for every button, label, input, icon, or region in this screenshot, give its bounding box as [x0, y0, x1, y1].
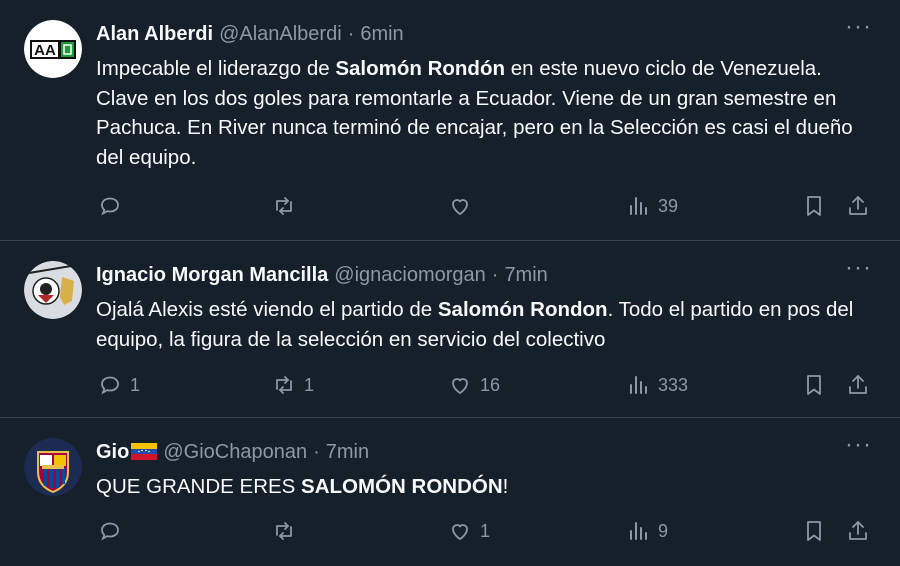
retweet-button[interactable]: 1	[272, 373, 314, 397]
retweet-button[interactable]	[272, 194, 296, 218]
like-count: 1	[480, 520, 491, 541]
separator-dot: ·	[491, 264, 499, 286]
reply-icon	[98, 194, 122, 218]
views-button[interactable]: 9	[626, 519, 668, 543]
display-name[interactable]: Alan Alberdi	[96, 22, 213, 46]
more-options-icon[interactable]: ···	[845, 15, 872, 39]
share-button[interactable]	[846, 373, 870, 397]
tweet-actions: 39	[0, 190, 900, 222]
svg-text:AA: AA	[34, 42, 56, 59]
tweet-actions: 1 1 16 333	[0, 369, 900, 401]
avatar[interactable]	[24, 438, 82, 496]
avatar[interactable]: AA	[24, 20, 82, 78]
reply-count: 1	[130, 374, 141, 395]
like-button[interactable]	[448, 194, 472, 218]
timestamp[interactable]: 7min	[504, 263, 547, 287]
like-icon	[448, 194, 472, 218]
share-icon	[846, 194, 870, 218]
like-count: 16	[480, 374, 501, 395]
like-button[interactable]: 16	[448, 373, 500, 397]
handle[interactable]: @AlanAlberdi	[219, 22, 342, 46]
tweet-header: Gio @GioChaponan · 7min	[96, 440, 884, 464]
reply-icon	[98, 519, 122, 543]
separator-dot: ·	[313, 441, 320, 463]
tweet-header: Alan Alberdi @AlanAlberdi · 6min	[96, 22, 884, 46]
like-button[interactable]: 1	[448, 519, 490, 543]
bookmark-icon	[802, 519, 826, 543]
views-button[interactable]: 333	[626, 373, 688, 397]
timestamp[interactable]: 7min	[326, 440, 369, 464]
like-icon	[448, 373, 472, 397]
share-icon	[846, 519, 870, 543]
display-name[interactable]: Ignacio Morgan Mancilla	[96, 263, 328, 287]
views-icon	[626, 519, 650, 543]
tweet-text: Impecable el liderazgo de Salomón Rondón…	[96, 54, 876, 172]
reply-button[interactable]: 1	[98, 373, 140, 397]
tweet-text: Ojalá Alexis esté viendo el partido de S…	[96, 295, 876, 354]
tweet-text: QUE GRANDE ERES SALOMÓN RONDÓN!	[96, 472, 876, 502]
avatar[interactable]	[24, 261, 82, 319]
share-icon	[846, 373, 870, 397]
bookmark-button[interactable]	[802, 194, 826, 218]
bookmark-button[interactable]	[802, 373, 826, 397]
retweet-icon	[272, 194, 296, 218]
retweet-icon	[272, 519, 296, 543]
share-button[interactable]	[846, 519, 870, 543]
retweet-count: 1	[304, 374, 315, 395]
timestamp[interactable]: 6min	[360, 22, 403, 46]
more-options-icon[interactable]: ···	[845, 256, 872, 280]
bookmark-button[interactable]	[802, 519, 826, 543]
handle[interactable]: @ignaciomorgan	[334, 263, 486, 287]
share-button[interactable]	[846, 194, 870, 218]
reply-button[interactable]	[98, 519, 122, 543]
views-button[interactable]: 39	[626, 194, 678, 218]
views-count: 9	[658, 520, 669, 541]
like-icon	[448, 519, 472, 543]
retweet-button[interactable]	[272, 519, 296, 543]
views-icon	[626, 194, 650, 218]
views-count: 333	[658, 374, 689, 395]
views-count: 39	[658, 195, 679, 216]
reply-button[interactable]	[98, 194, 122, 218]
bookmark-icon	[802, 373, 826, 397]
venezuela-flag-icon	[131, 443, 158, 460]
tweet-text-part: QUE GRANDE ERES	[96, 475, 302, 498]
handle[interactable]: @GioChaponan	[163, 440, 307, 464]
tweet-actions: 19	[0, 515, 900, 547]
display-name[interactable]: Gio	[96, 440, 158, 464]
tweet-text-part: !	[502, 475, 509, 498]
tweet-text-bold: Salomón Rondón	[335, 57, 506, 80]
tweet-text-part: Ojalá Alexis esté viendo el partido de	[96, 298, 438, 321]
tweet-text-part: Impecable el liderazgo de	[96, 57, 336, 80]
tweet-text-bold: Salomón Rondon	[437, 298, 608, 321]
more-options-icon[interactable]: ···	[845, 433, 872, 457]
tweet-text-bold: SALOMÓN RONDÓN	[301, 475, 503, 498]
retweet-icon	[272, 373, 296, 397]
bookmark-icon	[802, 194, 826, 218]
tweet-header: Ignacio Morgan Mancilla @ignaciomorgan ·…	[96, 263, 884, 287]
views-icon	[626, 373, 650, 397]
reply-icon	[98, 373, 122, 397]
display-name-text: Gio	[96, 441, 130, 463]
separator-dot: ·	[347, 23, 355, 45]
